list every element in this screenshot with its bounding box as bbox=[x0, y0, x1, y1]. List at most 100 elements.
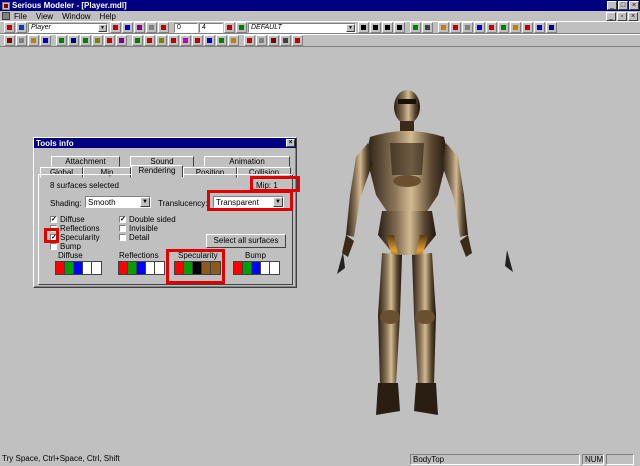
model-select[interactable]: Player ▼ bbox=[28, 22, 108, 33]
bone-icon[interactable] bbox=[256, 35, 267, 46]
reflections-color-swatch[interactable] bbox=[118, 261, 165, 275]
doc-restore-button[interactable]: ▫ bbox=[617, 12, 627, 21]
new-model-icon[interactable] bbox=[4, 22, 15, 33]
sound-icon[interactable] bbox=[68, 35, 79, 46]
measure-icon[interactable] bbox=[244, 35, 255, 46]
reset-view-icon[interactable] bbox=[40, 35, 51, 46]
menu-window[interactable]: Window bbox=[62, 12, 90, 21]
document-icon[interactable] bbox=[2, 12, 10, 20]
last-frame-icon[interactable] bbox=[394, 22, 405, 33]
detail-checkbox[interactable]: Detail bbox=[119, 233, 149, 242]
edit-icon[interactable] bbox=[80, 35, 91, 46]
dialog-title-bar[interactable]: Tools info × bbox=[34, 138, 296, 148]
doc-minimize-button[interactable]: _ bbox=[606, 12, 616, 21]
shading-select[interactable]: Smooth ▼ bbox=[85, 196, 151, 208]
reflections-checkbox[interactable]: Reflections bbox=[50, 224, 100, 233]
skin-select[interactable]: DEFAULT ▼ bbox=[248, 22, 356, 33]
select-icon[interactable] bbox=[132, 35, 143, 46]
swatch-cell[interactable] bbox=[128, 262, 137, 274]
player-model[interactable] bbox=[330, 85, 482, 425]
swatch-cell[interactable] bbox=[193, 262, 202, 274]
copy-icon[interactable] bbox=[158, 22, 169, 33]
animations-icon[interactable] bbox=[534, 22, 545, 33]
lock-icon[interactable] bbox=[268, 35, 279, 46]
color-icon[interactable] bbox=[180, 35, 191, 46]
swatch-cell[interactable] bbox=[146, 262, 155, 274]
tab-animation[interactable]: Animation bbox=[204, 156, 290, 167]
polygon-icon[interactable] bbox=[156, 35, 167, 46]
collision-box-icon[interactable] bbox=[510, 22, 521, 33]
attachment-icon[interactable] bbox=[56, 35, 67, 46]
shading-icon[interactable] bbox=[462, 22, 473, 33]
texture-icon[interactable] bbox=[438, 22, 449, 33]
swatch-cell[interactable] bbox=[56, 262, 65, 274]
frame-end-field[interactable]: 4 bbox=[199, 22, 223, 33]
swatch-cell[interactable] bbox=[155, 262, 164, 274]
swatch-cell[interactable] bbox=[234, 262, 243, 274]
frame-start-field[interactable]: 0 bbox=[174, 22, 198, 33]
menu-view[interactable]: View bbox=[36, 12, 53, 21]
mirror-icon[interactable] bbox=[192, 35, 203, 46]
center-icon[interactable] bbox=[216, 35, 227, 46]
menu-help[interactable]: Help bbox=[100, 12, 116, 21]
app-icon[interactable] bbox=[2, 1, 10, 10]
tab-rendering[interactable]: Rendering bbox=[131, 165, 183, 177]
swatch-cell[interactable] bbox=[184, 262, 193, 274]
dialog-close-button[interactable]: × bbox=[286, 139, 295, 147]
invisible-checkbox[interactable]: Invisible bbox=[119, 224, 158, 233]
surface-icon[interactable] bbox=[104, 35, 115, 46]
diffuse-checkbox[interactable]: ✓ Diffuse bbox=[50, 215, 85, 224]
first-frame-icon[interactable] bbox=[358, 22, 369, 33]
vertex-icon[interactable] bbox=[144, 35, 155, 46]
mip-icon[interactable] bbox=[522, 22, 533, 33]
swatch-cell[interactable] bbox=[211, 262, 220, 274]
swatch-cell[interactable] bbox=[261, 262, 270, 274]
bump-checkbox[interactable]: Bump bbox=[50, 242, 81, 251]
remove-animation-icon[interactable] bbox=[122, 22, 133, 33]
swatch-cell[interactable] bbox=[74, 262, 83, 274]
minimize-button[interactable]: _ bbox=[607, 1, 617, 10]
previous-frame-icon[interactable] bbox=[370, 22, 381, 33]
swatch-cell[interactable] bbox=[202, 262, 211, 274]
translucency-select[interactable]: Transparent ▼ bbox=[213, 196, 284, 208]
frames-icon[interactable] bbox=[486, 22, 497, 33]
close-button[interactable]: × bbox=[629, 1, 639, 10]
select-all-surfaces-button[interactable]: Select all surfaces bbox=[206, 234, 286, 248]
axis-icon[interactable] bbox=[474, 22, 485, 33]
diffuse-color-swatch[interactable] bbox=[55, 261, 102, 275]
rename-icon[interactable] bbox=[134, 22, 145, 33]
mapping-icon[interactable] bbox=[92, 35, 103, 46]
background-icon[interactable] bbox=[422, 22, 433, 33]
menu-file[interactable]: File bbox=[14, 12, 27, 21]
double-sided-checkbox[interactable]: ✓ Double sided bbox=[119, 215, 176, 224]
add-animation-icon[interactable] bbox=[110, 22, 121, 33]
zoom-icon[interactable] bbox=[16, 35, 27, 46]
ground-icon[interactable] bbox=[498, 22, 509, 33]
swatch-cell[interactable] bbox=[83, 262, 92, 274]
scale-icon[interactable] bbox=[204, 35, 215, 46]
align-icon[interactable] bbox=[228, 35, 239, 46]
tab-attachment[interactable]: Attachment bbox=[51, 156, 120, 167]
next-frame-icon[interactable] bbox=[382, 22, 393, 33]
wireframe-icon[interactable] bbox=[450, 22, 461, 33]
go-to-frame-icon[interactable] bbox=[224, 22, 235, 33]
specularity-color-swatch[interactable] bbox=[174, 261, 221, 275]
swatch-cell[interactable] bbox=[137, 262, 146, 274]
rotate-icon[interactable] bbox=[4, 35, 15, 46]
patch-icon[interactable] bbox=[168, 35, 179, 46]
specularity-checkbox[interactable]: ✓ Specularity bbox=[50, 233, 100, 242]
swatch-cell[interactable] bbox=[119, 262, 128, 274]
pan-icon[interactable] bbox=[28, 35, 39, 46]
swatch-cell[interactable] bbox=[65, 262, 74, 274]
swatch-cell[interactable] bbox=[92, 262, 101, 274]
swatch-cell[interactable] bbox=[243, 262, 252, 274]
properties-icon[interactable] bbox=[146, 22, 157, 33]
swatch-cell[interactable] bbox=[175, 262, 184, 274]
swatch-cell[interactable] bbox=[270, 262, 279, 274]
snap-icon[interactable] bbox=[292, 35, 303, 46]
grid-icon[interactable] bbox=[280, 35, 291, 46]
doc-close-button[interactable]: × bbox=[628, 12, 638, 21]
light-icon[interactable] bbox=[410, 22, 421, 33]
help-icon[interactable] bbox=[546, 22, 557, 33]
play-icon[interactable] bbox=[236, 22, 247, 33]
